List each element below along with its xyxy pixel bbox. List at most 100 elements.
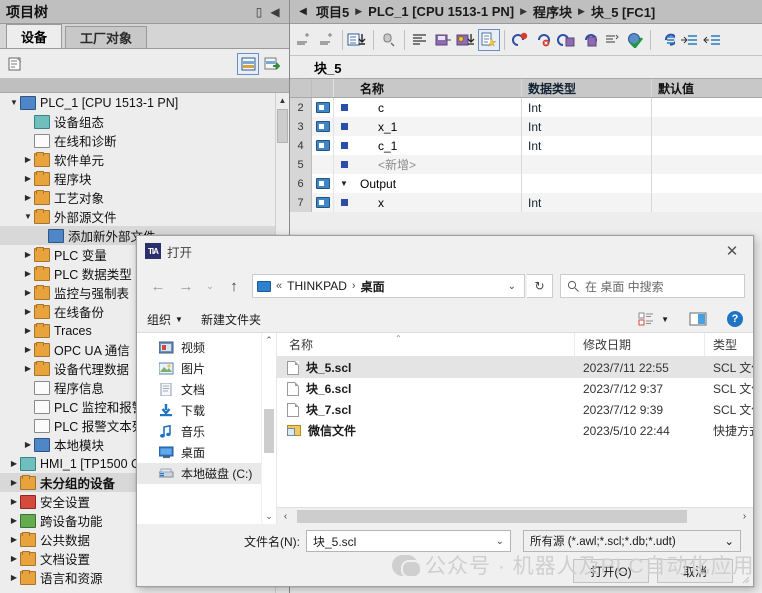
tree-expander-icon[interactable]: ▶ bbox=[22, 174, 34, 183]
new-folder-button[interactable]: 新建文件夹 bbox=[201, 311, 261, 328]
cell-datatype[interactable] bbox=[522, 155, 652, 174]
test-ok-icon[interactable] bbox=[624, 29, 646, 51]
download-to-device-icon[interactable] bbox=[347, 29, 369, 51]
scroll-thumb[interactable] bbox=[277, 109, 288, 143]
tab-plant-objects[interactable]: 工厂对象 bbox=[65, 26, 148, 48]
stop-cpu-icon[interactable] bbox=[578, 29, 600, 51]
back-icon[interactable]: ← bbox=[145, 273, 171, 299]
cell-name[interactable]: c bbox=[354, 98, 522, 117]
tree-expander-icon[interactable]: ▶ bbox=[22, 307, 34, 316]
chevron-down-icon[interactable]: ⌄ bbox=[724, 534, 734, 548]
tree-expander-icon[interactable]: ▶ bbox=[8, 573, 20, 582]
new-item-icon[interactable] bbox=[4, 53, 26, 75]
scroll-up-icon[interactable]: ⌃ bbox=[262, 333, 276, 348]
view-mode-button[interactable]: ▼ bbox=[635, 310, 669, 328]
open-file-dialog[interactable]: TIA 打开 ✕ ← → ⌄ ↑ « THINKPAD › 桌面 ⌄ ↻ 在 桌… bbox=[136, 235, 754, 587]
scroll-right-icon[interactable]: › bbox=[736, 511, 753, 522]
align-list-icon[interactable] bbox=[409, 29, 431, 51]
preview-pane-icon[interactable] bbox=[687, 310, 709, 328]
tree-expander-icon[interactable]: ▶ bbox=[8, 535, 20, 544]
tree-node-6[interactable]: ▼ 外部源文件 bbox=[0, 207, 289, 226]
address-bar[interactable]: « THINKPAD › 桌面 ⌄ bbox=[252, 274, 525, 298]
file-name-cell[interactable]: 块_5.scl bbox=[277, 359, 575, 376]
address-segment-thinkpad[interactable]: THINKPAD bbox=[287, 279, 347, 293]
tree-node-5[interactable]: ▶ 工艺对象 bbox=[0, 188, 289, 207]
tab-devices[interactable]: 设备 bbox=[6, 24, 63, 48]
navigation-pane[interactable]: 视频 图片 文档 下载 音乐 桌面 本地磁盘 (C:) ⌃ ⌄ bbox=[137, 333, 277, 524]
file-row[interactable]: 块_6.scl 2023/7/12 9:37 SCL 文件 bbox=[277, 378, 753, 399]
tree-node-2[interactable]: 在线和诊断 bbox=[0, 131, 289, 150]
cancel-button[interactable]: 取消 bbox=[657, 559, 733, 583]
cell-datatype[interactable] bbox=[522, 174, 652, 193]
tree-node-1[interactable]: 设备组态 bbox=[0, 112, 289, 131]
tree-expander-icon[interactable]: ▶ bbox=[22, 440, 34, 449]
chevron-down-icon[interactable]: ⌄ bbox=[496, 536, 504, 547]
scroll-up-icon[interactable]: ▲ bbox=[276, 93, 289, 107]
forward-icon[interactable]: → bbox=[173, 273, 199, 299]
indent-right-icon[interactable] bbox=[678, 29, 700, 51]
cell-datatype[interactable]: Int bbox=[522, 98, 652, 117]
nav-item-6[interactable]: 本地磁盘 (C:) bbox=[137, 463, 276, 484]
tree-expander-icon[interactable]: ▶ bbox=[22, 288, 34, 297]
tree-node-3[interactable]: ▶ 软件单元 bbox=[0, 150, 289, 169]
column-header-name[interactable]: 名称 bbox=[277, 333, 575, 356]
compile-icon[interactable] bbox=[455, 29, 477, 51]
tree-expander-icon[interactable]: ▶ bbox=[22, 345, 34, 354]
tree-expander-icon[interactable]: ▶ bbox=[22, 193, 34, 202]
tree-node-4[interactable]: ▶ 程序块 bbox=[0, 169, 289, 188]
file-list-hscrollbar[interactable]: ‹ › bbox=[277, 507, 753, 524]
scroll-thumb[interactable] bbox=[264, 409, 274, 453]
tree-expander-icon[interactable]: ▶ bbox=[22, 269, 34, 278]
go-offline-icon[interactable] bbox=[532, 29, 554, 51]
tree-expander-icon[interactable]: ▶ bbox=[22, 364, 34, 373]
breadcrumb-item-block5[interactable]: 块_5 [FC1] bbox=[591, 2, 655, 21]
tree-node-0[interactable]: ▼ PLC_1 [CPU 1513-1 PN] bbox=[0, 93, 289, 112]
address-root[interactable]: « bbox=[276, 280, 282, 292]
tree-expander-icon[interactable]: ▶ bbox=[8, 478, 20, 487]
file-name-cell[interactable]: 块_7.scl bbox=[277, 401, 575, 418]
nav-item-1[interactable]: 图片 bbox=[137, 358, 276, 379]
table-row[interactable]: 5 <新增> bbox=[290, 155, 762, 174]
table-row[interactable]: 3 x_1 Int bbox=[290, 117, 762, 136]
file-name-cell[interactable]: 块_6.scl bbox=[277, 380, 575, 397]
go-online-icon[interactable] bbox=[509, 29, 531, 51]
save-block-icon[interactable] bbox=[432, 29, 454, 51]
collapse-left-icon[interactable]: ◀ bbox=[267, 5, 283, 19]
navigation-scrollbar[interactable]: ⌃ ⌄ bbox=[261, 333, 276, 524]
file-name-cell[interactable]: 微信文件 bbox=[277, 422, 575, 439]
breadcrumb-item-blocks[interactable]: 程序块 bbox=[533, 2, 572, 21]
tree-expander-icon[interactable]: ▶ bbox=[8, 497, 20, 506]
help-icon[interactable]: ? bbox=[727, 311, 743, 327]
filename-input[interactable]: 块_5.scl ⌄ bbox=[306, 530, 511, 552]
cell-name[interactable]: x bbox=[354, 193, 522, 212]
nav-item-3[interactable]: 下载 bbox=[137, 400, 276, 421]
breadcrumb-back-icon[interactable]: ◀ bbox=[296, 6, 310, 17]
open-button[interactable]: 打开(O) bbox=[573, 559, 649, 583]
nav-item-5[interactable]: 桌面 bbox=[137, 442, 276, 463]
expander-icon[interactable]: ▼ bbox=[340, 179, 348, 188]
cell-name[interactable]: <新增> bbox=[354, 155, 522, 174]
start-cpu-icon[interactable] bbox=[555, 29, 577, 51]
nav-item-4[interactable]: 音乐 bbox=[137, 421, 276, 442]
list-view-icon[interactable] bbox=[635, 310, 657, 328]
insert-network-after-icon[interactable] bbox=[316, 29, 338, 51]
cell-name[interactable]: Output bbox=[354, 174, 522, 193]
scroll-left-icon[interactable]: ‹ bbox=[277, 511, 294, 522]
cell-name[interactable]: x_1 bbox=[354, 117, 522, 136]
tree-expander-icon[interactable]: ▶ bbox=[22, 155, 34, 164]
update-list-icon[interactable] bbox=[601, 29, 623, 51]
resize-grip-icon[interactable] bbox=[740, 574, 750, 584]
chevron-down-icon[interactable]: ▼ bbox=[661, 315, 669, 324]
address-segment-desktop[interactable]: 桌面 bbox=[361, 278, 385, 295]
file-row[interactable]: 块_7.scl 2023/7/12 9:39 SCL 文件 bbox=[277, 399, 753, 420]
tree-expander-icon[interactable]: ▶ bbox=[8, 459, 20, 468]
tree-expander-icon[interactable]: ▶ bbox=[8, 516, 20, 525]
table-row[interactable]: 2 c Int bbox=[290, 98, 762, 117]
grid-view-icon[interactable] bbox=[237, 52, 259, 75]
cell-default[interactable] bbox=[652, 193, 762, 212]
pin-icon[interactable]: ▯ bbox=[251, 5, 267, 19]
nav-item-0[interactable]: 视频 bbox=[137, 337, 276, 358]
close-icon[interactable]: ✕ bbox=[711, 236, 753, 266]
chevron-down-icon[interactable]: ⌄ bbox=[508, 281, 520, 292]
tree-expander-icon[interactable]: ▼ bbox=[8, 98, 20, 107]
